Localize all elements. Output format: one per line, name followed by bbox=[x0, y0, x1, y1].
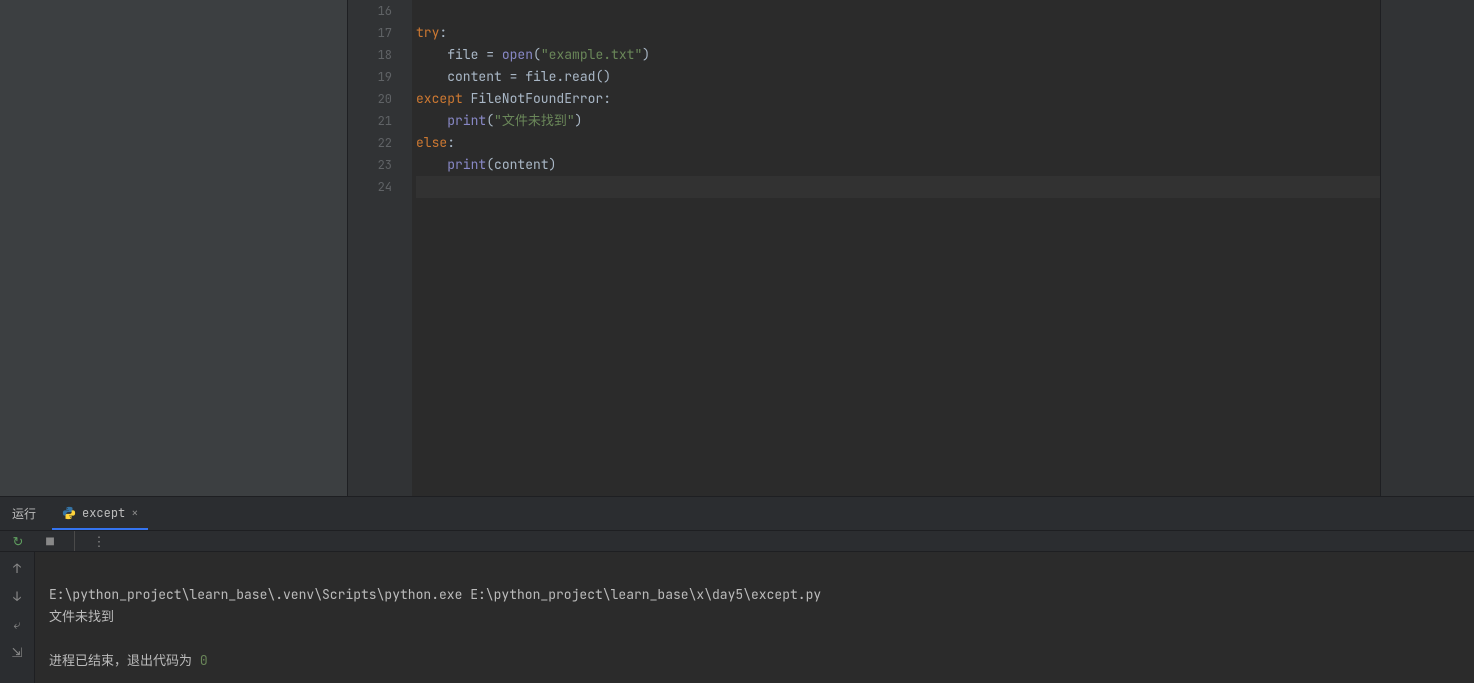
rerun-icon[interactable]: ↻ bbox=[10, 533, 26, 549]
code-editor[interactable]: 1617181920212223💡24 try: file = open("ex… bbox=[348, 0, 1474, 496]
line-number: 17 bbox=[348, 22, 412, 44]
console-command-line: E:\python_project\learn_base\.venv\Scrip… bbox=[49, 586, 821, 603]
line-number: 23💡 bbox=[348, 154, 412, 176]
line-number: 22 bbox=[348, 132, 412, 154]
line-number: 21 bbox=[348, 110, 412, 132]
console-output[interactable]: E:\python_project\learn_base\.venv\Scrip… bbox=[35, 552, 1474, 683]
code-line[interactable]: else: bbox=[416, 132, 1380, 154]
editor-right-margin bbox=[1380, 0, 1474, 496]
console-output-line: 文件未找到 bbox=[49, 608, 114, 625]
code-line[interactable]: print(content) bbox=[416, 154, 1380, 176]
line-number: 19 bbox=[348, 66, 412, 88]
up-arrow-icon[interactable]: ↑ bbox=[7, 558, 27, 578]
toolbar-separator bbox=[74, 531, 75, 551]
code-line[interactable]: file = open("example.txt") bbox=[416, 44, 1380, 66]
run-tab[interactable]: except × bbox=[52, 497, 148, 530]
code-line[interactable] bbox=[416, 176, 1380, 198]
run-panel-title: 运行 bbox=[12, 505, 36, 522]
run-panel-header: 运行 except × bbox=[0, 497, 1474, 530]
scroll-to-end-icon[interactable]: ⇲ bbox=[7, 642, 27, 662]
console-side-toolbar: ↑ ↓ ⤶ ⇲ bbox=[0, 552, 35, 683]
line-number: 18 bbox=[348, 44, 412, 66]
run-tab-label: except bbox=[82, 505, 125, 521]
code-line[interactable]: try: bbox=[416, 22, 1380, 44]
stop-icon[interactable]: ■ bbox=[42, 533, 58, 549]
line-number: 24 bbox=[348, 176, 412, 198]
python-file-icon bbox=[62, 506, 76, 520]
run-toolbar: ↻ ■ ⋮ bbox=[0, 530, 1474, 552]
console-exit-line: 进程已结束，退出代码为 0 bbox=[49, 652, 208, 669]
soft-wrap-icon[interactable]: ⤶ bbox=[7, 614, 27, 634]
editor-area: 1617181920212223💡24 try: file = open("ex… bbox=[0, 0, 1474, 496]
more-icon[interactable]: ⋮ bbox=[91, 533, 107, 549]
line-number: 20 bbox=[348, 88, 412, 110]
code-line[interactable] bbox=[416, 0, 1380, 22]
run-panel: 运行 except × ↻ ■ ⋮ ↑ ↓ ⤶ ⇲ E:\python_proj… bbox=[0, 496, 1474, 683]
project-sidebar[interactable] bbox=[0, 0, 348, 496]
code-line[interactable]: content = file.read() bbox=[416, 66, 1380, 88]
line-number-gutter: 1617181920212223💡24 bbox=[348, 0, 412, 496]
line-number: 16 bbox=[348, 0, 412, 22]
code-line[interactable]: print("文件未找到") bbox=[416, 110, 1380, 132]
down-arrow-icon[interactable]: ↓ bbox=[7, 586, 27, 606]
code-content[interactable]: try: file = open("example.txt") content … bbox=[412, 0, 1380, 496]
console-body: ↑ ↓ ⤶ ⇲ E:\python_project\learn_base\.ve… bbox=[0, 552, 1474, 683]
close-icon[interactable]: × bbox=[131, 505, 138, 521]
code-line[interactable]: except FileNotFoundError: bbox=[416, 88, 1380, 110]
